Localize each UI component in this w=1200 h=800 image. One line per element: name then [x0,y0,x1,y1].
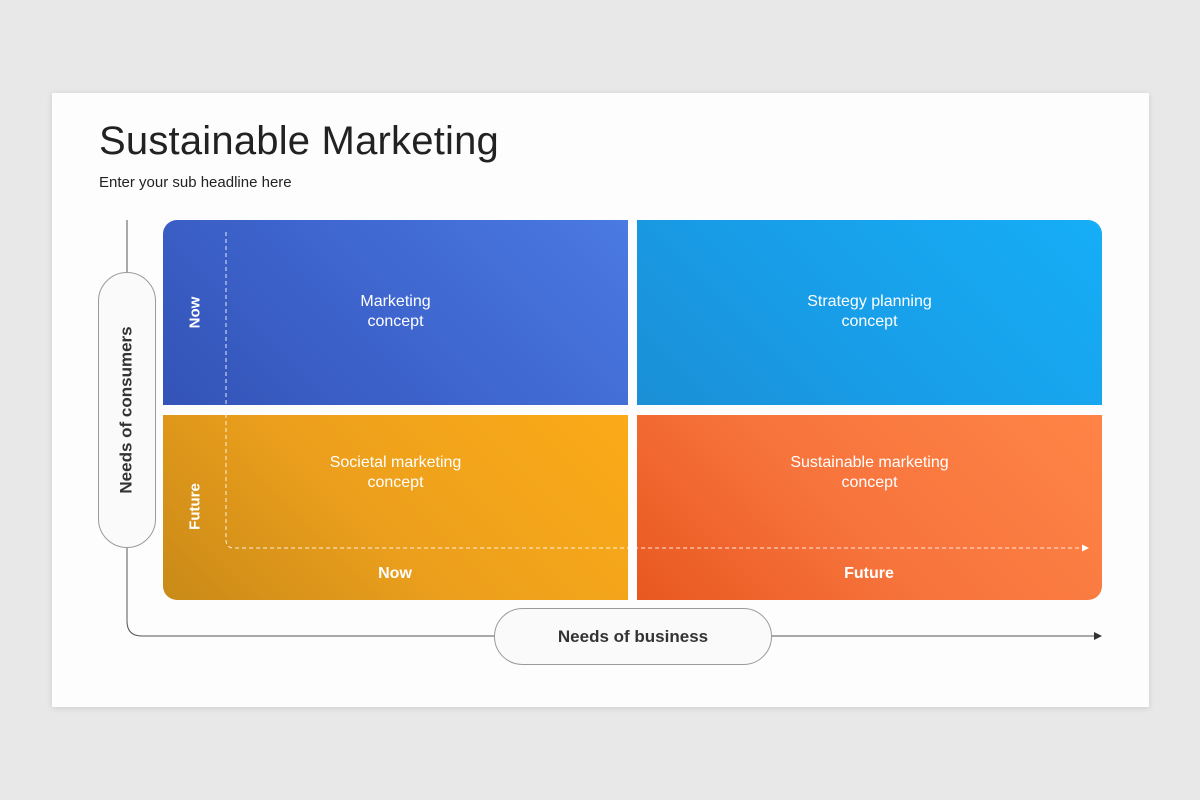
slide: Sustainable Marketing Enter your sub hea… [52,93,1149,707]
dashed-path [225,232,1082,549]
column-label-future: Future [844,565,894,582]
y-axis-label-pill: Needs of consumers [98,272,156,548]
column-label-now: Now [378,565,412,582]
x-axis-label-pill: Needs of business [494,608,772,665]
dashed-arrowhead [1082,544,1089,552]
y-axis-label: Needs of consumers [117,326,137,494]
row-label-now: Now [186,296,204,329]
x-axis-label: Needs of business [557,626,709,646]
row-label-future: Future [186,483,204,530]
